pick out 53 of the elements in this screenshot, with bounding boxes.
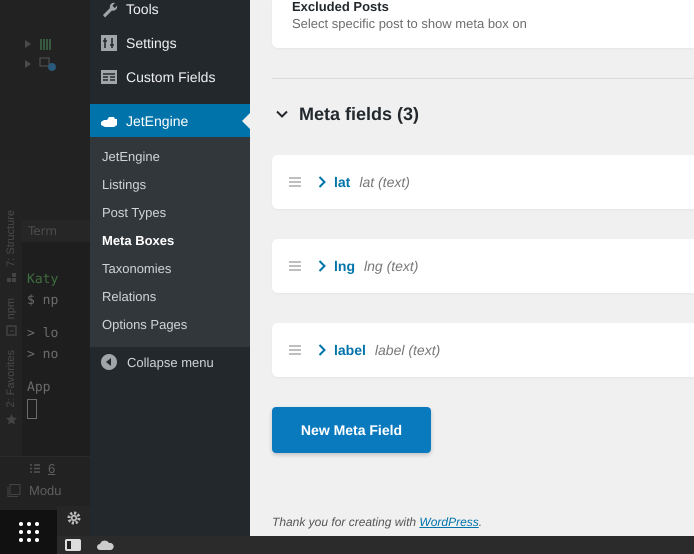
field-type: lng (text): [364, 258, 418, 274]
meta-field-row[interactable]: lat lat (text): [272, 155, 694, 209]
drag-handle-icon: [289, 261, 301, 271]
submenu-item[interactable]: Taxonomies: [90, 255, 250, 283]
star-icon: [6, 414, 16, 425]
terminal-line: $ np: [27, 293, 60, 308]
submenu-item[interactable]: Relations: [90, 283, 250, 311]
terminal-line: > lo: [27, 326, 60, 341]
drag-handle-icon: [289, 177, 301, 187]
field-title: Excluded Posts: [292, 0, 390, 14]
meta-field-row[interactable]: lng lng (text): [272, 239, 694, 293]
field-name[interactable]: lng: [334, 258, 355, 274]
terminal-line: App: [27, 380, 52, 395]
terminal-line: Katy: [27, 272, 60, 287]
cloud-icon[interactable]: [97, 540, 114, 550]
new-meta-field-button[interactable]: New Meta Field: [272, 407, 431, 453]
terminal-line: > no: [27, 347, 60, 362]
wordpress-link[interactable]: WordPress: [419, 515, 479, 529]
submenu-item[interactable]: Meta Boxes: [90, 227, 250, 255]
tree-row-icon: [23, 57, 57, 71]
text-cursor: [27, 399, 37, 419]
wrench-icon: [100, 0, 118, 18]
structure-icon: [6, 272, 16, 284]
submenu-item[interactable]: Post Types: [90, 199, 250, 227]
window-icon: [7, 484, 21, 496]
list-icon: [30, 464, 40, 472]
panel-icon[interactable]: [65, 539, 81, 551]
section-title: Meta fields (3): [299, 104, 420, 124]
field-name[interactable]: label: [334, 342, 366, 358]
menu-item[interactable]: JetEngine: [90, 104, 250, 137]
footer-text: Thank you for creating with WordPress.: [272, 515, 484, 529]
chevron-down-icon[interactable]: [276, 108, 288, 120]
menu-item[interactable]: Settings: [90, 26, 250, 60]
table-icon: [100, 68, 118, 86]
field-description: Select specific post to show meta box on: [292, 16, 528, 31]
meta-field-row[interactable]: label label (text): [272, 323, 694, 377]
field-type: label (text): [374, 342, 440, 358]
collapse-menu-button[interactable]: Collapse menu: [90, 347, 250, 377]
chevron-right-icon[interactable]: [317, 344, 327, 356]
app-grid-icon[interactable]: [18, 522, 38, 542]
settings-icon[interactable]: [66, 511, 80, 525]
chevron-right-icon[interactable]: [317, 176, 327, 188]
drag-handle-icon: [289, 345, 301, 355]
sliders-icon: [100, 34, 118, 52]
submenu-item[interactable]: Listings: [90, 171, 250, 199]
submenu-item[interactable]: JetEngine: [90, 143, 250, 171]
submenu-item[interactable]: Options Pages: [90, 311, 250, 339]
field-name[interactable]: lat: [334, 174, 350, 190]
menu-item[interactable]: Tools: [90, 0, 250, 26]
chevron-right-icon[interactable]: [317, 260, 327, 272]
collapse-icon: [101, 354, 117, 370]
menu-item[interactable]: Custom Fields: [90, 60, 250, 94]
field-type: lat (text): [359, 174, 410, 190]
